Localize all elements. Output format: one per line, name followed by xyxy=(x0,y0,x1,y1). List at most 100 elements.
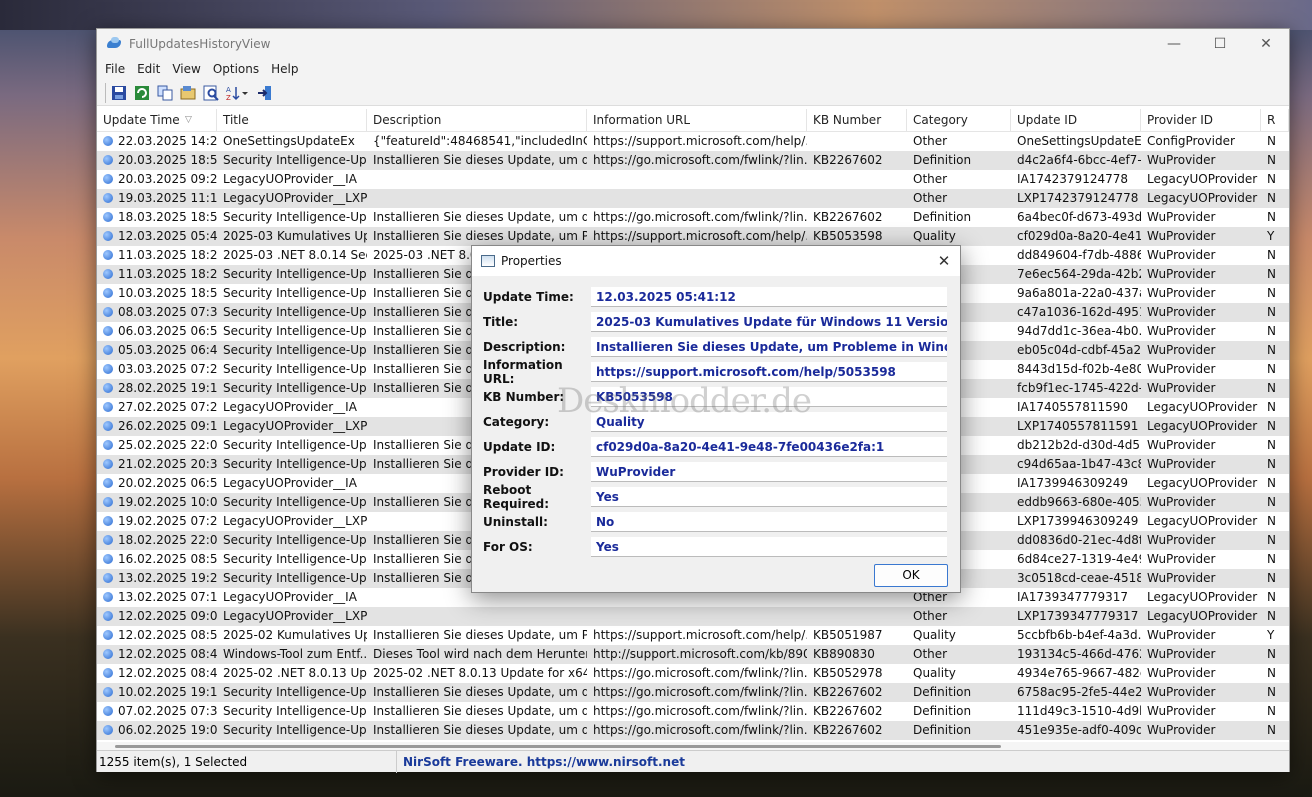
table-cell: Other xyxy=(907,170,1011,189)
close-icon[interactable]: ✕ xyxy=(928,252,960,270)
cell-text: Dieses Tool wird nach dem Herunterl... xyxy=(373,647,587,661)
cell-text: WuProvider xyxy=(1147,647,1216,661)
menu-view[interactable]: View xyxy=(166,62,206,76)
table-row[interactable]: 07.02.2025 07:32:... Security Intelligenc… xyxy=(97,702,1289,721)
table-cell: WuProvider xyxy=(1141,664,1261,683)
table-row[interactable]: 12.02.2025 09:09:... LegacyUOProvider__LX… xyxy=(97,607,1289,626)
cell-text: N xyxy=(1267,476,1276,490)
update-icon xyxy=(103,668,113,678)
cell-text: https://go.microsoft.com/fwlink/?lin... xyxy=(593,666,807,680)
table-row[interactable]: 12.02.2025 08:41:... 2025-02 .NET 8.0.13 … xyxy=(97,664,1289,683)
property-value[interactable]: cf029d0a-8a20-4e41-9e48-7fe00436e2fa:1 xyxy=(591,437,947,457)
cell-text: 2025-02 .NET 8.0.13 Update for x64 Cli..… xyxy=(373,666,587,680)
table-cell: db212b2d-d30d-4d5... xyxy=(1011,436,1141,455)
cell-text: Other xyxy=(913,647,948,661)
exit-icon[interactable] xyxy=(255,83,275,103)
table-cell: N xyxy=(1261,512,1289,531)
table-row[interactable]: 22.03.2025 14:23:... OneSettingsUpdateEx {… xyxy=(97,132,1289,151)
table-cell: WuProvider xyxy=(1141,702,1261,721)
table-cell: N xyxy=(1261,322,1289,341)
menu-help[interactable]: Help xyxy=(265,62,304,76)
property-value[interactable]: Yes xyxy=(591,487,947,507)
sort-icon[interactable]: AZ xyxy=(224,83,252,103)
column-header[interactable]: R xyxy=(1261,109,1289,132)
table-cell: OneSettingsUpdateE... xyxy=(1011,132,1141,151)
maximize-button[interactable]: ☐ xyxy=(1197,29,1243,58)
table-row[interactable]: 20.03.2025 09:21:... LegacyUOProvider__IA… xyxy=(97,170,1289,189)
cell-text: IA1742379124778 xyxy=(1017,172,1128,186)
table-cell: N xyxy=(1261,189,1289,208)
minimize-button[interactable]: — xyxy=(1151,29,1197,58)
table-cell xyxy=(807,132,907,151)
property-value[interactable]: WuProvider xyxy=(591,462,947,482)
table-cell: Installieren Sie dieses Update, um Pro..… xyxy=(367,626,587,645)
nirsoft-link[interactable]: NirSoft Freeware. https://www.nirsoft.ne… xyxy=(397,755,685,769)
table-cell: 7e6ec564-29da-42b2... xyxy=(1011,265,1141,284)
close-button[interactable]: ✕ xyxy=(1243,29,1289,58)
cell-text: WuProvider xyxy=(1147,666,1216,680)
column-header[interactable]: Update ID xyxy=(1011,109,1141,132)
table-row[interactable]: 18.03.2025 18:57:... Security Intelligenc… xyxy=(97,208,1289,227)
cell-text: 10.02.2025 19:14:... xyxy=(118,685,217,699)
table-cell: https://go.microsoft.com/fwlink/?lin... xyxy=(587,208,807,227)
html-report-icon[interactable] xyxy=(178,83,198,103)
table-row[interactable]: 06.02.2025 19:09:... Security Intelligenc… xyxy=(97,721,1289,740)
cell-text: Definition xyxy=(913,704,972,718)
menu-edit[interactable]: Edit xyxy=(131,62,166,76)
ok-button[interactable]: OK xyxy=(874,564,948,587)
table-row[interactable]: 12.02.2025 08:43:... Windows-Tool zum Ent… xyxy=(97,645,1289,664)
table-cell: LXP1739347779317 xyxy=(1011,607,1141,626)
table-row[interactable]: 12.03.2025 05:41:... 2025-03 Kumulatives … xyxy=(97,227,1289,246)
column-header[interactable]: Category xyxy=(907,109,1011,132)
cell-text: 16.02.2025 08:52:... xyxy=(118,552,217,566)
copy-icon[interactable] xyxy=(155,83,175,103)
table-cell xyxy=(587,170,807,189)
cell-text: WuProvider xyxy=(1147,533,1216,547)
column-header[interactable]: Title xyxy=(217,109,367,132)
cell-text: c94d65aa-1b47-43c8... xyxy=(1017,457,1141,471)
cell-text: LegacyUOProvider xyxy=(1147,400,1258,414)
refresh-icon[interactable] xyxy=(132,83,152,103)
dialog-title-bar[interactable]: Properties ✕ xyxy=(472,246,960,276)
property-value[interactable]: 12.03.2025 05:41:12 xyxy=(591,287,947,307)
cell-text: N xyxy=(1267,286,1276,300)
table-cell xyxy=(807,170,907,189)
column-header[interactable]: Information URL xyxy=(587,109,807,132)
cell-text: Quality xyxy=(913,666,956,680)
find-icon[interactable] xyxy=(201,83,221,103)
update-icon xyxy=(103,250,113,260)
table-cell: Security Intelligence-Up... xyxy=(217,550,367,569)
table-cell: 94d7dd1c-36ea-4b0... xyxy=(1011,322,1141,341)
cell-text: N xyxy=(1267,400,1276,414)
menu-options[interactable]: Options xyxy=(207,62,265,76)
column-header[interactable]: Description xyxy=(367,109,587,132)
cell-text: N xyxy=(1267,172,1276,186)
column-header[interactable]: Provider ID xyxy=(1141,109,1261,132)
horizontal-scrollbar[interactable] xyxy=(97,742,1289,750)
status-bar: 1255 item(s), 1 Selected NirSoft Freewar… xyxy=(97,750,1289,773)
scrollbar-thumb[interactable] xyxy=(115,745,1001,748)
property-value[interactable]: Yes xyxy=(591,537,947,557)
table-cell: 2025-03 Kumulatives Up... xyxy=(217,227,367,246)
property-label: Update Time: xyxy=(483,290,574,304)
update-icon xyxy=(103,630,113,640)
column-header[interactable]: KB Number xyxy=(807,109,907,132)
title-bar[interactable]: FullUpdatesHistoryView — ☐ ✕ xyxy=(97,29,1289,58)
table-cell: 19.02.2025 07:25:... xyxy=(97,512,217,531)
table-row[interactable]: 19.03.2025 11:12:... LegacyUOProvider__LX… xyxy=(97,189,1289,208)
property-value[interactable]: 2025-03 Kumulatives Update für Windows 1… xyxy=(591,312,947,332)
property-value[interactable]: https://support.microsoft.com/help/50535… xyxy=(591,362,947,382)
column-header[interactable]: Update Time ▽ xyxy=(97,109,217,132)
cell-text: 08.03.2025 07:39:... xyxy=(118,305,217,319)
save-icon[interactable] xyxy=(109,83,129,103)
table-row[interactable]: 12.02.2025 08:54:... 2025-02 Kumulatives … xyxy=(97,626,1289,645)
table-row[interactable]: 20.03.2025 18:58:... Security Intelligenc… xyxy=(97,151,1289,170)
menu-file[interactable]: File xyxy=(99,62,131,76)
table-cell xyxy=(807,607,907,626)
cell-text: WuProvider xyxy=(1147,229,1216,243)
table-cell: Security Intelligence-Up... xyxy=(217,284,367,303)
table-row[interactable]: 10.02.2025 19:14:... Security Intelligenc… xyxy=(97,683,1289,702)
property-value[interactable]: No xyxy=(591,512,947,532)
property-value[interactable]: Installieren Sie dieses Update, um Probl… xyxy=(591,337,947,357)
table-cell: 18.03.2025 18:57:... xyxy=(97,208,217,227)
